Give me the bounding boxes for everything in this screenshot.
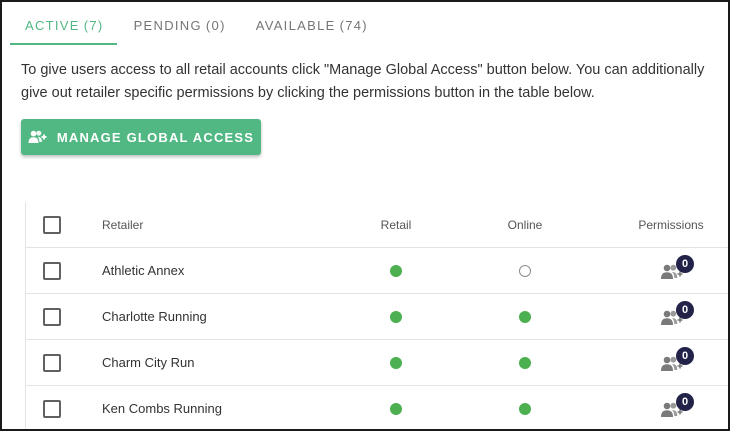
retail-status-cell [356, 294, 436, 339]
permissions-count-badge: 0 [676, 346, 694, 365]
header-online[interactable]: Online [485, 202, 565, 247]
retail-status-dot [390, 402, 402, 415]
table-row: Athletic Annex 0 [26, 248, 728, 294]
row-checkbox[interactable] [43, 307, 61, 326]
intro-text: To give users access to all retail accou… [21, 62, 705, 101]
permissions-button[interactable]: 0 [651, 297, 694, 337]
permissions-button[interactable]: 0 [651, 251, 694, 291]
permissions-count-badge: 0 [676, 254, 694, 273]
retailer-name: Athletic Annex [102, 263, 185, 278]
header-retailer[interactable]: Retailer [102, 202, 322, 247]
online-status-cell [485, 340, 565, 385]
retail-status-cell [356, 386, 436, 429]
tab-available-label: AVAILABLE [255, 17, 336, 33]
row-checkbox[interactable] [43, 353, 61, 372]
manage-global-access-label: MANAGE GLOBAL ACCESS [56, 129, 255, 145]
retail-status-dot [390, 356, 402, 369]
table-row: Ken Combs Running 0 [26, 386, 728, 429]
retailer-name: Charlotte Running [102, 309, 207, 324]
permissions-count-badge: 0 [676, 300, 694, 319]
tab-available[interactable]: AVAILABLE (74) [241, 4, 383, 46]
permissions-count-badge: 0 [676, 392, 694, 411]
tab-active-label: ACTIVE [25, 17, 80, 33]
add-users-icon [28, 130, 48, 144]
tab-pending-label: PENDING [133, 17, 202, 33]
online-status-dot [519, 356, 531, 369]
online-status-dot [519, 264, 531, 277]
select-all-cell [43, 202, 63, 247]
row-select-cell [43, 340, 63, 385]
table-row: Charlotte Running 0 [26, 294, 728, 340]
permissions-cell: 0 [626, 340, 716, 385]
retailer-access-panel: ACTIVE (7) PENDING (0) AVAILABLE (74) To gi… [0, 0, 730, 431]
retailer-name: Ken Combs Running [102, 401, 222, 416]
online-status-cell [485, 294, 565, 339]
header-permissions: Permissions [638, 217, 704, 232]
row-select-cell [43, 294, 63, 339]
row-select-cell [43, 248, 63, 293]
tab-pending-count: (0) [205, 17, 226, 33]
select-all-checkbox[interactable] [43, 215, 61, 234]
online-status-dot [519, 402, 531, 415]
online-status-cell [485, 248, 565, 293]
row-checkbox[interactable] [43, 399, 61, 418]
table-row: Charm City Run 0 [26, 340, 728, 386]
tab-bar: ACTIVE (7) PENDING (0) AVAILABLE (74) [10, 4, 383, 46]
row-checkbox[interactable] [43, 261, 61, 280]
retailer-name: Charm City Run [102, 355, 195, 370]
manage-global-access-button[interactable]: MANAGE GLOBAL ACCESS [21, 119, 261, 155]
tab-pending[interactable]: PENDING (0) [119, 4, 241, 46]
retail-status-cell [356, 248, 436, 293]
permissions-cell: 0 [626, 294, 716, 339]
retail-status-dot [390, 264, 402, 277]
row-select-cell [43, 386, 63, 429]
permissions-button[interactable]: 0 [651, 343, 694, 383]
tab-available-count: (74) [339, 17, 368, 33]
permissions-button[interactable]: 0 [651, 389, 694, 429]
tab-active[interactable]: ACTIVE (7) [10, 4, 119, 46]
online-status-cell [485, 386, 565, 429]
active-tab-indicator [10, 43, 117, 45]
retail-status-dot [390, 310, 402, 323]
permissions-cell: 0 [626, 248, 716, 293]
online-status-dot [519, 310, 531, 323]
permissions-cell: 0 [626, 386, 716, 429]
table-header-row: Retailer Retail Online Permissions [26, 202, 728, 248]
tab-active-count: (7) [83, 17, 104, 33]
retail-status-cell [356, 340, 436, 385]
header-retail[interactable]: Retail [356, 202, 436, 247]
retailer-table: Retailer Retail Online Permissions Athle… [25, 202, 728, 429]
